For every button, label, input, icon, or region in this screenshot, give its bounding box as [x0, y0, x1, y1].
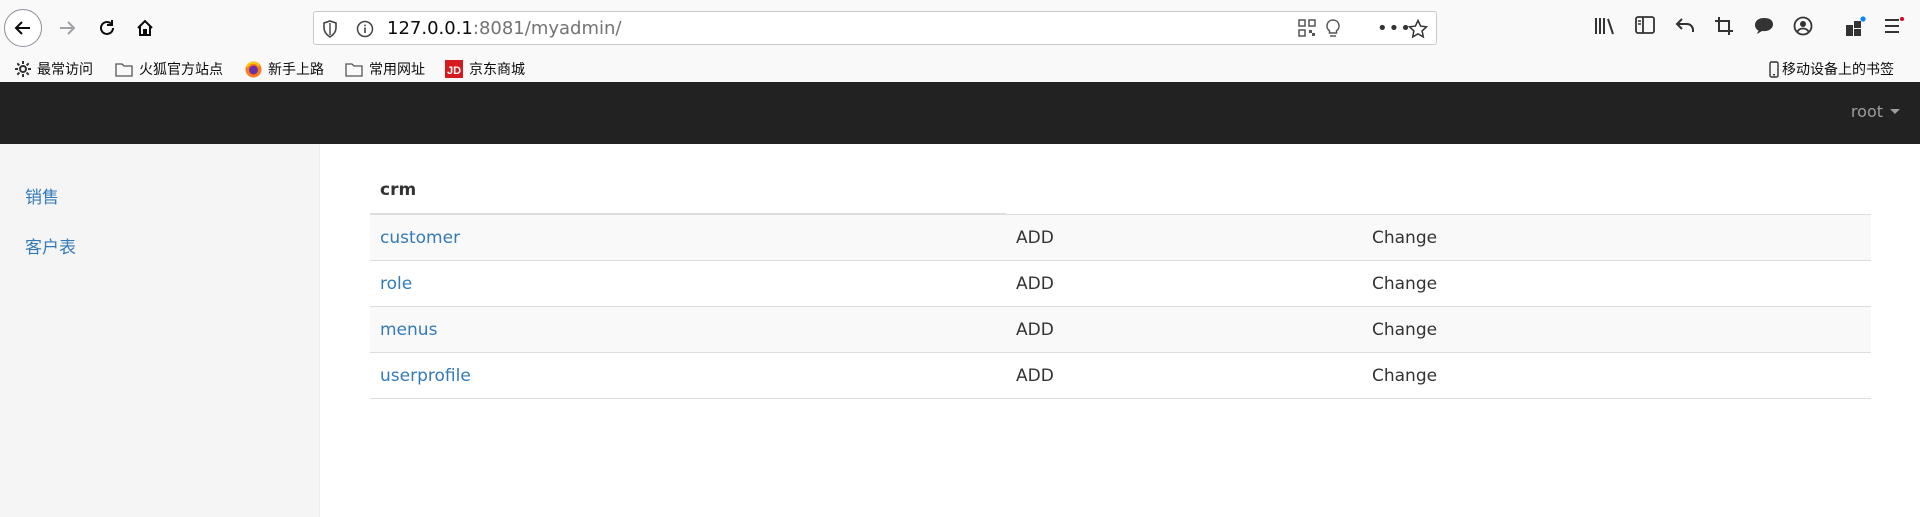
undo-icon[interactable] [1675, 16, 1695, 38]
bookmark-label: 火狐官方站点 [139, 62, 223, 78]
add-link[interactable]: ADD [1006, 306, 1362, 353]
menu-icon[interactable] [1884, 16, 1904, 40]
add-link[interactable]: ADD [1006, 352, 1362, 399]
back-button[interactable] [4, 9, 42, 47]
svg-text:JD: JD [447, 65, 461, 77]
star-bookmark-icon[interactable] [1407, 18, 1429, 43]
mobile-phone-icon [1769, 60, 1779, 78]
url-host: 127.0.0.1 [387, 18, 473, 39]
url-bar[interactable]: 127.0.0.1:8081/myadmin/ ••• [313, 11, 1437, 45]
reload-button[interactable] [88, 9, 126, 47]
model-cell: role [370, 260, 1006, 307]
chat-icon[interactable] [1753, 16, 1775, 40]
table-row: menus ADD Change [370, 306, 1871, 353]
change-link[interactable]: Change [1362, 306, 1871, 353]
model-link-menus[interactable]: menus [380, 320, 437, 340]
user-dropdown[interactable]: root [1851, 102, 1900, 121]
bookmark-label: 最常访问 [37, 62, 93, 78]
table-header-divider [370, 213, 1006, 215]
model-link-role[interactable]: role [380, 274, 412, 294]
extensions-icon[interactable] [1844, 16, 1866, 42]
reload-icon [100, 20, 114, 35]
sidebar-item-customer-table[interactable]: 客户表 [25, 233, 76, 258]
bookmark-label: 常用网址 [369, 62, 425, 78]
folder-icon [345, 62, 363, 77]
bookmark-mobile[interactable]: 移动设备上的书签 [1769, 59, 1894, 79]
app-title: crm [380, 180, 417, 200]
bookmark-label: 移动设备上的书签 [1782, 62, 1894, 78]
account-icon[interactable] [1793, 16, 1813, 40]
folder-icon [115, 62, 133, 77]
arrow-left-icon [14, 21, 30, 35]
jd-icon: JD [445, 60, 463, 78]
bookmark-common-sites[interactable]: 常用网址 [345, 59, 425, 79]
qr-code-icon[interactable] [1298, 19, 1316, 41]
url-text[interactable]: 127.0.0.1:8081/myadmin/ [387, 18, 621, 39]
bookmarks-toolbar: 最常访问 火狐官方站点 新手上路 常用网址 JD 京东商城 移动设备上的书签 [0, 56, 1920, 82]
change-link[interactable]: Change [1362, 352, 1871, 399]
forward-button[interactable] [48, 9, 86, 47]
models-table: customer ADD Change role ADD Change menu… [370, 214, 1871, 399]
add-link[interactable]: ADD [1006, 260, 1362, 307]
crop-icon[interactable] [1714, 16, 1734, 40]
bookmark-getting-started[interactable]: 新手上路 [245, 59, 324, 79]
gear-icon [15, 61, 31, 77]
lightbulb-icon[interactable] [1325, 19, 1341, 43]
table-row: userprofile ADD Change [370, 352, 1871, 399]
shield-icon [322, 20, 338, 42]
change-link[interactable]: Change [1362, 260, 1871, 307]
model-cell: customer [370, 214, 1006, 261]
change-link[interactable]: Change [1362, 214, 1871, 261]
table-row: customer ADD Change [370, 214, 1871, 261]
bookmark-label: 京东商城 [469, 62, 525, 78]
firefox-icon [245, 61, 262, 78]
bookmark-jd[interactable]: JD 京东商城 [445, 59, 525, 79]
bookmark-most-visited[interactable]: 最常访问 [15, 59, 93, 79]
sidebar: 销售 客户表 [0, 144, 320, 517]
bookmark-firefox-site[interactable]: 火狐官方站点 [115, 59, 223, 79]
model-link-customer[interactable]: customer [380, 228, 460, 248]
table-row: role ADD Change [370, 260, 1871, 307]
model-cell: userprofile [370, 352, 1006, 399]
add-link[interactable]: ADD [1006, 214, 1362, 261]
library-icon[interactable] [1594, 16, 1616, 40]
model-link-userprofile[interactable]: userprofile [380, 366, 471, 386]
browser-toolbar: 127.0.0.1:8081/myadmin/ ••• [0, 0, 1920, 56]
username-label: root [1850, 102, 1883, 121]
url-path: :8081/myadmin/ [472, 18, 622, 39]
caret-down-icon [1890, 109, 1900, 114]
bookmark-label: 新手上路 [268, 62, 324, 78]
home-icon [137, 19, 153, 36]
sidebar-toggle-icon[interactable] [1635, 16, 1655, 38]
home-button[interactable] [126, 9, 164, 47]
arrow-right-icon [60, 21, 76, 35]
more-actions-icon[interactable]: ••• [1377, 18, 1412, 39]
sidebar-item-sales[interactable]: 销售 [25, 183, 59, 208]
top-navbar: root [0, 82, 1920, 144]
model-cell: menus [370, 306, 1006, 353]
info-icon[interactable] [356, 20, 374, 42]
